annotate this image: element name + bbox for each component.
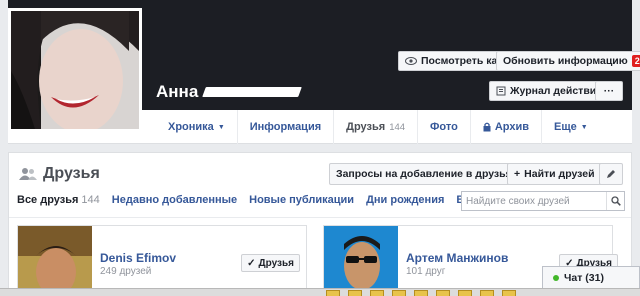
friends-search-input[interactable] (462, 192, 606, 210)
find-friends-button[interactable]: + Найти друзей (507, 163, 602, 185)
tab-recently-added[interactable]: Недавно добавленные (112, 194, 237, 206)
profile-first-name[interactable]: Анна (156, 82, 198, 102)
more-options-button[interactable]: ··· (595, 81, 623, 101)
friends-icon (19, 168, 37, 180)
activity-log-button[interactable]: Журнал действий (489, 81, 610, 101)
friends-status-label: Друзья (258, 257, 294, 269)
tab-friends-count: 144 (389, 121, 406, 133)
friends-search-box (461, 191, 625, 211)
taskbar-app-icon[interactable] (392, 290, 406, 296)
friends-status-button[interactable]: ✓ Друзья (241, 254, 300, 272)
friends-panel-title: Друзья (19, 165, 100, 183)
tab-about-label: Информация (249, 121, 322, 133)
view-as-label: Посмотреть как (421, 55, 503, 67)
caret-down-icon: ▼ (580, 123, 588, 131)
tab-about[interactable]: Информация (236, 110, 333, 144)
friend-photo[interactable] (18, 226, 92, 296)
update-info-label: Обновить информацию (503, 55, 628, 67)
name-redaction-bar (202, 87, 303, 97)
profile-name[interactable]: Анна (156, 82, 303, 102)
plus-icon: + (514, 168, 521, 180)
taskbar-app-icon[interactable] (458, 290, 472, 296)
caret-down-icon: ▼ (217, 123, 225, 131)
eye-icon (405, 57, 417, 65)
tab-friends-label: Друзья (346, 121, 386, 133)
tab-timeline[interactable]: Хроника ▼ (156, 110, 237, 144)
friend-mutual-count[interactable]: 249 друзей (100, 266, 151, 277)
friend-name[interactable]: Denis Efimov (100, 251, 176, 265)
friend-card: Denis Efimov 249 друзей ✓ Друзья (17, 225, 307, 296)
chat-tab[interactable]: Чат (31) (542, 266, 640, 288)
friend-mutual-count[interactable]: 101 друг (406, 266, 445, 277)
more-dots-icon: ··· (603, 85, 615, 97)
profile-photo-image (11, 11, 139, 129)
tab-birthdays[interactable]: Дни рождения (366, 194, 444, 206)
friend-photo-image (18, 226, 92, 296)
taskbar-app-icon[interactable] (436, 290, 450, 296)
friend-photo-image (324, 226, 398, 296)
tab-archive-label: Архив (494, 121, 530, 133)
edit-friends-button[interactable] (599, 163, 623, 185)
checkmark-icon: ✓ (247, 257, 256, 269)
tab-more[interactable]: Еще ▼ (541, 110, 600, 144)
taskbar-app-icon[interactable] (348, 290, 362, 296)
tab-photos[interactable]: Фото (417, 110, 470, 144)
tab-all-friends-count: 144 (81, 194, 100, 206)
activity-log-label: Журнал действий (510, 85, 603, 97)
tab-all-friends-label: Все друзья (17, 194, 79, 206)
search-button[interactable] (606, 192, 624, 210)
taskbar-app-icon[interactable] (370, 290, 384, 296)
tab-friends[interactable]: Друзья 144 (333, 110, 417, 144)
pencil-icon (607, 170, 615, 178)
tab-more-label: Еще (554, 121, 577, 133)
friend-photo[interactable] (324, 226, 398, 296)
friends-tabs: Все друзья 144 Недавно добавленные Новые … (17, 194, 479, 206)
taskbar-app-icon[interactable] (502, 290, 516, 296)
tab-timeline-label: Хроника (168, 121, 214, 133)
list-icon (496, 86, 506, 96)
os-taskbar (0, 288, 640, 296)
update-info-button[interactable]: Обновить информацию 2 (496, 51, 640, 71)
tab-archive[interactable]: Архив (469, 110, 541, 144)
taskbar-app-icon[interactable] (480, 290, 494, 296)
friend-name[interactable]: Артем Манжинов (406, 251, 508, 265)
friend-requests-label: Запросы на добавление в друзья (336, 168, 512, 180)
panel-divider (9, 217, 631, 218)
tab-photos-label: Фото (430, 121, 458, 133)
profile-picture[interactable] (8, 8, 142, 132)
friends-panel: Друзья Запросы на добавление в друзья 40… (8, 152, 632, 296)
lock-icon (483, 122, 491, 132)
tab-new-posts[interactable]: Новые публикации (249, 194, 354, 206)
update-info-badge: 2 (631, 55, 640, 67)
friends-title-text: Друзья (43, 165, 100, 182)
search-icon (610, 196, 621, 206)
taskbar-app-icon[interactable] (414, 290, 428, 296)
online-dot-icon (553, 274, 559, 281)
chat-label: Чат (31) (564, 271, 604, 284)
tab-all-friends[interactable]: Все друзья 144 (17, 194, 100, 206)
taskbar-app-icon[interactable] (326, 290, 340, 296)
view-as-button[interactable]: Посмотреть как (398, 51, 510, 71)
find-friends-label: Найти друзей (524, 168, 595, 180)
